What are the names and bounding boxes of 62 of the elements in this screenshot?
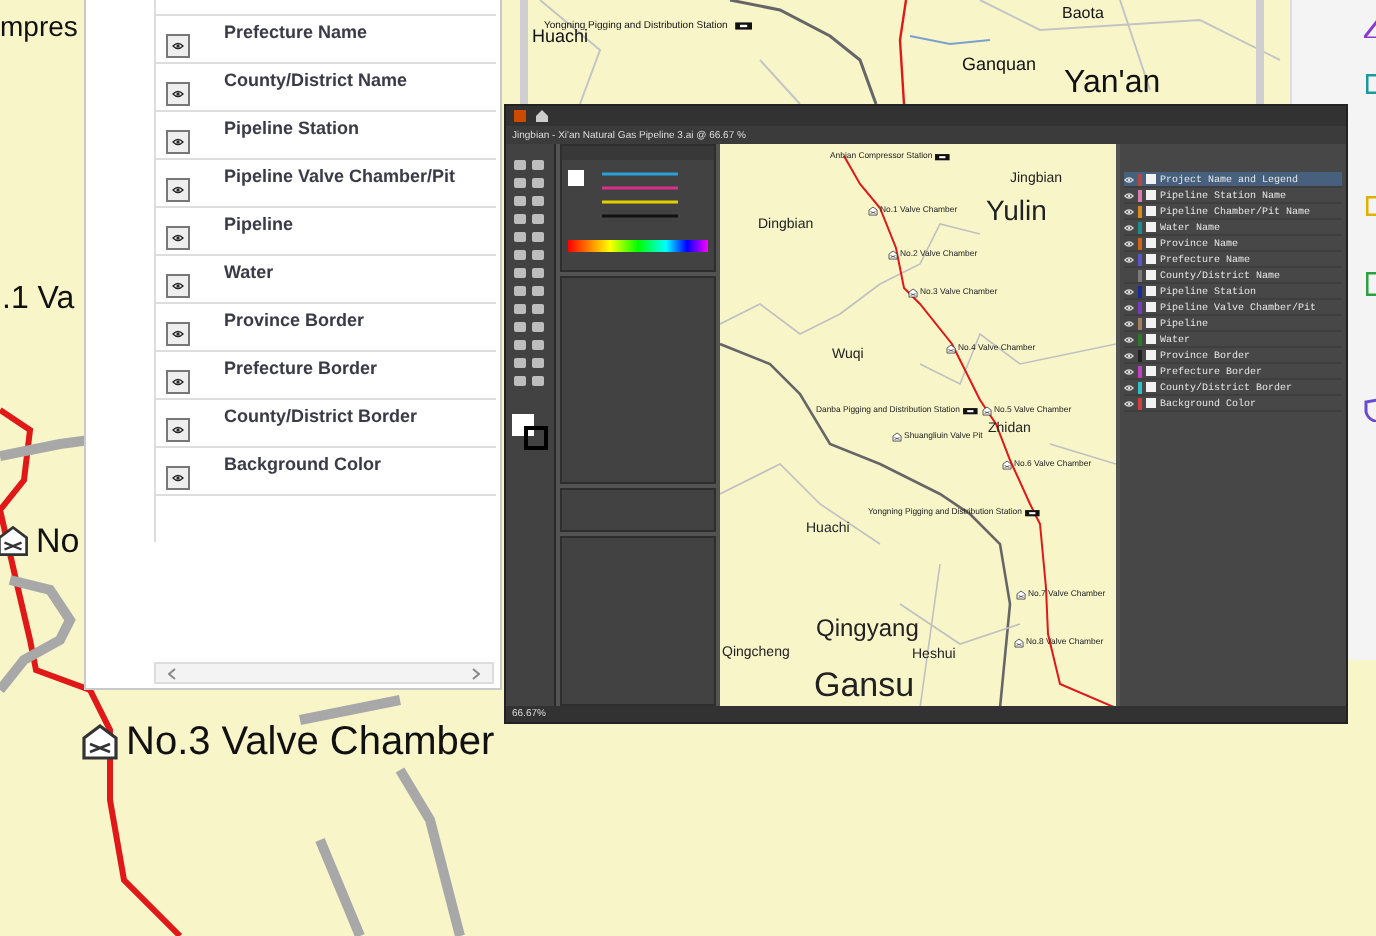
legend-item-label: County/District Border (224, 406, 418, 426)
eye-icon[interactable] (172, 234, 184, 242)
chevron-right-icon[interactable] (472, 667, 480, 679)
horizontal-scrollbar[interactable] (154, 662, 494, 684)
place-label: Ganquan (962, 56, 1037, 74)
visibility-toggle[interactable] (166, 418, 190, 442)
eye-icon[interactable] (172, 378, 184, 386)
shield-icon[interactable] (1364, 398, 1376, 422)
legend-item-label: Water (224, 262, 274, 282)
valve-icon (892, 432, 903, 443)
eye-icon[interactable] (172, 90, 184, 98)
place-label: Gansu (814, 668, 915, 702)
place-label: Qingyang (816, 616, 919, 640)
valve-icon (0, 524, 30, 558)
home-icon[interactable] (536, 110, 548, 122)
eye-icon[interactable] (172, 330, 184, 338)
visibility-toggle[interactable] (166, 82, 190, 106)
legend-item-label: Background Color (224, 454, 382, 474)
visibility-toggle[interactable] (166, 34, 190, 58)
chevron-left-icon[interactable] (168, 667, 176, 679)
valve-icon (888, 250, 899, 261)
eye-icon[interactable] (172, 186, 184, 194)
place-label: .1 Va (2, 284, 75, 316)
valve-icon (80, 722, 120, 762)
valve-label: No (36, 524, 80, 558)
valve-icon (1016, 590, 1027, 601)
valve-icon (982, 406, 993, 417)
station-icon (1023, 508, 1041, 519)
legend-item-label: County/District Name (224, 70, 408, 90)
visibility-toggle[interactable] (166, 370, 190, 394)
legend-item-label: Pipeline (224, 214, 294, 234)
valve-icon (1002, 460, 1013, 471)
legend-item-label: Prefecture Border (224, 358, 378, 378)
valve-icon (946, 344, 957, 355)
eye-icon[interactable] (172, 42, 184, 50)
valve-label: No.3 Valve Chamber (126, 722, 495, 762)
visibility-toggle[interactable] (166, 226, 190, 250)
eye-icon[interactable] (172, 138, 184, 146)
valve-icon (908, 288, 919, 299)
eye-icon[interactable] (172, 282, 184, 290)
place-label: Huachi (532, 28, 589, 46)
eye-icon[interactable] (172, 426, 184, 434)
visibility-toggle[interactable] (166, 274, 190, 298)
legend-item-label: Prefecture Name (224, 22, 368, 42)
visibility-toggle[interactable] (166, 178, 190, 202)
eye-icon[interactable] (172, 474, 184, 482)
place-label: mpres (0, 12, 78, 40)
legend-item-label: Province Border (224, 310, 365, 330)
visibility-toggle[interactable] (166, 130, 190, 154)
station-icon (934, 152, 952, 163)
station-icon (733, 20, 753, 32)
visibility-toggle[interactable] (166, 322, 190, 346)
legend-item-label: Pipeline Station (224, 118, 360, 138)
place-label: Baota (1062, 6, 1104, 22)
triangle-icon[interactable] (1364, 20, 1376, 38)
legend-item-label: Pipeline Valve Chamber/Pit (224, 166, 456, 186)
valve-icon (1014, 638, 1025, 649)
station-icon (961, 406, 979, 417)
valve-icon (868, 206, 879, 217)
place-label: Yulin (986, 196, 1047, 224)
place-label: Yan'an (1064, 68, 1161, 100)
visibility-toggle[interactable] (166, 466, 190, 490)
